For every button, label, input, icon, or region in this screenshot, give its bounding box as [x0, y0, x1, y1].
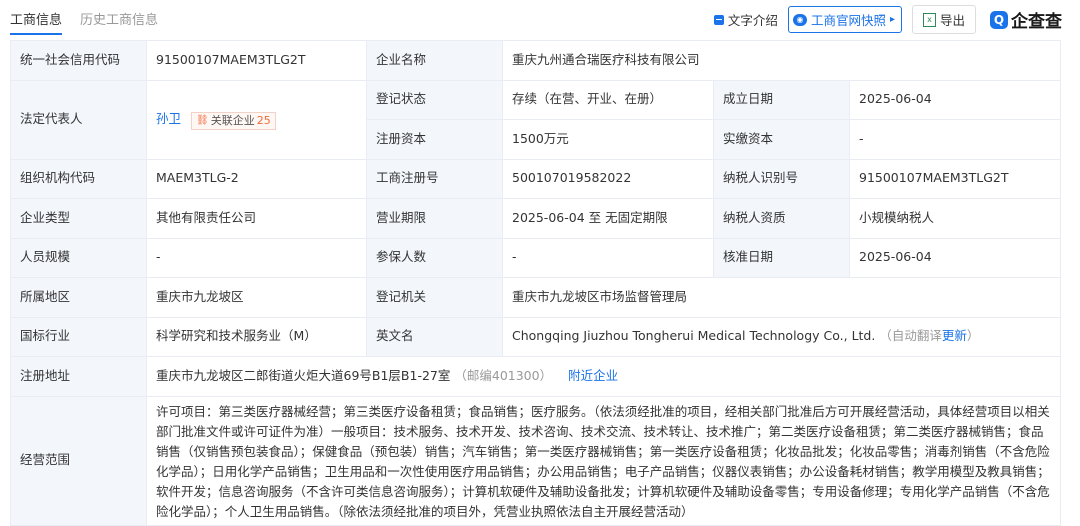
term-label: 营业期限 — [366, 198, 503, 239]
company-name-label: 企业名称 — [366, 40, 503, 81]
found-date-value: 2025-06-04 — [848, 79, 1062, 120]
table-row: 经营范围 许可项目：第三类医疗器械经营；第三类医疗设备租赁；食品销售；医疗服务。… — [10, 395, 1062, 526]
postcode: （邮编401300） — [454, 367, 553, 383]
paid-capital-value: - — [848, 119, 1062, 160]
tab-history-info[interactable]: 历史工商信息 — [80, 9, 158, 35]
link-icon: ⛓ — [196, 114, 209, 126]
text-icon — [713, 14, 724, 25]
approve-date-value: 2025-06-04 — [848, 237, 1062, 278]
nearby-companies-link[interactable]: 附近企业 — [568, 368, 618, 383]
legal-rep-link[interactable]: 孙卫 — [156, 111, 181, 126]
industry-value: 科学研究和技术服务业（M） — [146, 316, 367, 357]
taxpayer-id-value: 91500107MAEM3TLG2T — [848, 158, 1062, 199]
reg-no-value: 500107019582022 — [502, 158, 714, 199]
tax-qual-value: 小规模纳税人 — [848, 198, 1062, 239]
authority-label: 登记机关 — [366, 277, 503, 318]
taxpayer-id-label: 纳税人识别号 — [713, 158, 850, 199]
tax-qual-label: 纳税人资质 — [713, 198, 850, 239]
credit-code-label: 统一社会信用代码 — [10, 40, 147, 81]
logo: Q 企查查 — [990, 7, 1062, 32]
chevron-right-icon: ▸ — [889, 14, 895, 25]
region-label: 所属地区 — [10, 277, 147, 318]
reg-capital-value: 1500万元 — [502, 119, 714, 160]
status-value: 存续（在营、开业、在册） — [502, 79, 714, 120]
insured-label: 参保人数 — [366, 237, 503, 278]
scope-cell: 许可项目：第三类医疗器械经营；第三类医疗设备租赁；食品销售；医疗服务。（依法须经… — [145, 395, 1062, 526]
en-name-label: 英文名 — [366, 316, 503, 357]
company-name-value: 重庆九州通合瑞医疗科技有限公司 — [501, 40, 1062, 81]
action-bar: 文字介绍 ◉ 工商官网快照 ▸ x 导出 Q 企查查 — [713, 5, 1062, 34]
related-label: 关联企业 — [210, 113, 255, 127]
logo-text: 企查查 — [1011, 12, 1062, 32]
reg-capital-label: 注册资本 — [366, 119, 503, 160]
company-type-label: 企业类型 — [10, 198, 147, 239]
industry-label: 国标行业 — [10, 316, 147, 357]
address-cell: 重庆市九龙坡区二郎街道火炬大道69号B1层B1-27室 （邮编401300） 附… — [145, 356, 1062, 397]
scope-label: 经营范围 — [10, 395, 147, 526]
official-snapshot-button[interactable]: ◉ 工商官网快照 ▸ — [787, 6, 902, 33]
table-row: 法定代表人 孙卫 ⛓ 关联企业 25 登记状态 存续（在营、开业、在册） 成立日… — [10, 79, 1062, 160]
text-intro-button[interactable]: 文字介绍 — [713, 10, 778, 29]
en-name-cell: Chongqing Jiuzhou Tongherui Medical Tech… — [501, 316, 1062, 357]
text-intro-label: 文字介绍 — [727, 13, 778, 28]
found-date-label: 成立日期 — [713, 79, 850, 120]
official-snapshot-label: 工商官网快照 — [810, 13, 886, 28]
table-row: 统一社会信用代码 91500107MAEM3TLG2T 企业名称 重庆九州通合瑞… — [10, 40, 1062, 81]
address-label: 注册地址 — [10, 356, 147, 397]
related-count: 25 — [256, 113, 271, 127]
staff-value: - — [146, 237, 367, 278]
logo-icon: Q — [990, 10, 1008, 29]
scope-value: 许可项目：第三类医疗器械经营；第三类医疗设备租赁；食品销售；医疗服务。（依法须经… — [156, 403, 1050, 519]
status-label: 登记状态 — [366, 79, 503, 120]
top-bar: 工商信息 历史工商信息 文字介绍 ◉ 工商官网快照 ▸ x 导出 Q 企查查 — [0, 0, 1080, 36]
table-row: 国标行业 科学研究和技术服务业（M） 英文名 Chongqing Jiuzhou… — [10, 316, 1062, 357]
reg-no-label: 工商注册号 — [366, 158, 503, 199]
approve-date-label: 核准日期 — [713, 237, 850, 278]
region-value: 重庆市九龙坡区 — [146, 277, 367, 318]
table-row: 企业类型 其他有限责任公司 营业期限 2025-06-04 至 无固定期限 纳税… — [10, 198, 1062, 239]
tab-business-info[interactable]: 工商信息 — [10, 9, 63, 35]
auto-translate-note: （自动翻译 — [879, 328, 942, 344]
update-link[interactable]: 更新 — [942, 328, 967, 343]
excel-icon: x — [922, 12, 936, 27]
export-label: 导出 — [939, 13, 965, 28]
legal-rep-cell: 孙卫 ⛓ 关联企业 25 — [146, 79, 367, 160]
table-row: 所属地区 重庆市九龙坡区 登记机关 重庆市九龙坡区市场监督管理局 — [10, 277, 1062, 318]
table-row: 注册地址 重庆市九龙坡区二郎街道火炬大道69号B1层B1-27室 （邮编4013… — [10, 356, 1062, 397]
address-value: 重庆市九龙坡区二郎街道火炬大道69号B1层B1-27室 — [156, 367, 451, 383]
legal-rep-label: 法定代表人 — [10, 79, 147, 160]
staff-label: 人员规模 — [10, 237, 147, 278]
org-code-value: MAEM3TLG-2 — [146, 158, 367, 199]
tab-bar: 工商信息 历史工商信息 — [10, 9, 158, 35]
term-value: 2025-06-04 至 无固定期限 — [502, 198, 714, 239]
related-companies-badge[interactable]: ⛓ 关联企业 25 — [191, 111, 276, 130]
org-code-label: 组织机构代码 — [10, 158, 147, 199]
company-type-value: 其他有限责任公司 — [146, 198, 367, 239]
authority-value: 重庆市九龙坡区市场监督管理局 — [501, 277, 1062, 318]
export-button[interactable]: x 导出 — [911, 5, 976, 34]
paid-capital-label: 实缴资本 — [713, 119, 850, 160]
camera-icon: ◉ — [792, 13, 807, 26]
business-info-table: 统一社会信用代码 91500107MAEM3TLG2T 企业名称 重庆九州通合瑞… — [10, 40, 1062, 526]
credit-code-value: 91500107MAEM3TLG2T — [146, 40, 367, 81]
auto-translate-note-end: ） — [966, 328, 980, 344]
table-row: 人员规模 - 参保人数 - 核准日期 2025-06-04 — [10, 237, 1062, 278]
insured-value: - — [502, 237, 714, 278]
table-row: 组织机构代码 MAEM3TLG-2 工商注册号 500107019582022 … — [10, 158, 1062, 199]
en-name-value: Chongqing Jiuzhou Tongherui Medical Tech… — [512, 328, 876, 344]
